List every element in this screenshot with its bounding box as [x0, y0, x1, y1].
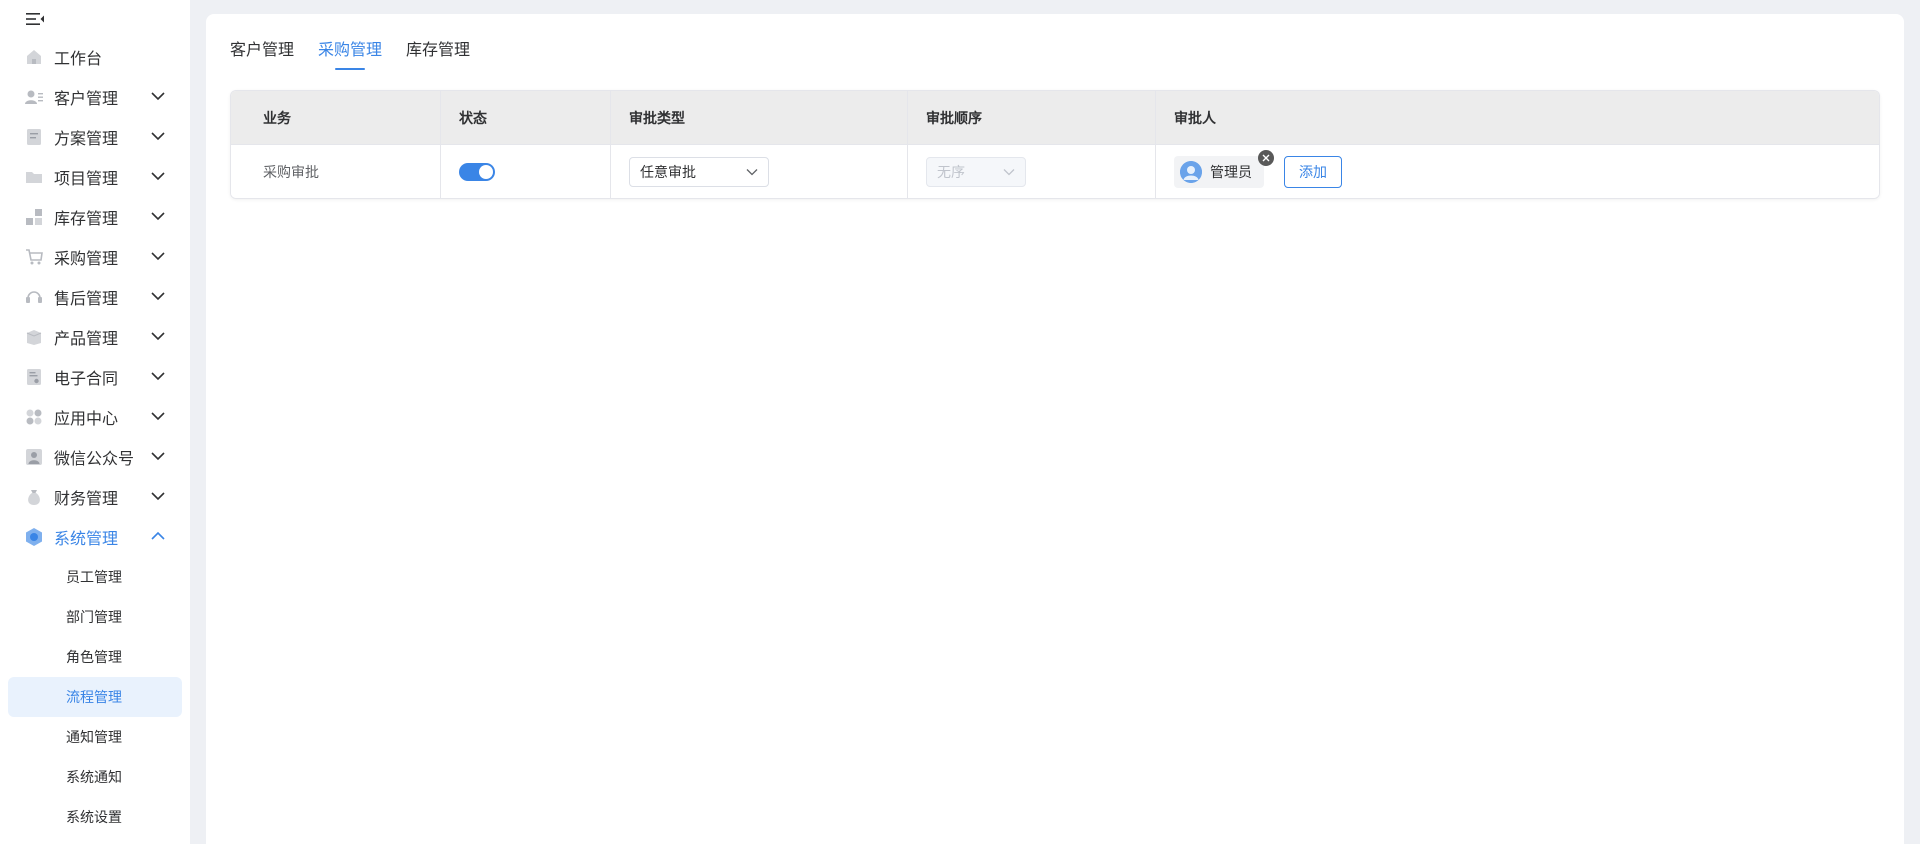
sidebar-menu: 工作台 客户管理 方案管理 项目管理 库存管理 采购管理 售后管理 产品管理 电…	[0, 37, 190, 837]
sidebar-item-wechat[interactable]: 微信公众号	[0, 437, 190, 477]
approval-flow-table: 业务 状态 审批类型 审批顺序 审批人 采购审批 任意审批 无序 管理员 添加	[230, 90, 1880, 199]
chevron-down-icon	[151, 492, 165, 501]
submenu-item-workflows[interactable]: 流程管理	[8, 677, 182, 717]
chevron-down-icon	[151, 372, 165, 381]
chevron-down-icon	[151, 172, 165, 181]
submenu-item-system-settings[interactable]: 系统设置	[0, 797, 190, 837]
sidebar-item-system[interactable]: 系统管理	[0, 517, 190, 557]
sidebar-item-label: 产品管理	[54, 329, 119, 348]
approval-type-select[interactable]: 任意审批	[629, 156, 769, 187]
sidebar-item-label: 电子合同	[54, 369, 119, 388]
remove-approver-icon[interactable]	[1258, 149, 1274, 166]
sidebar-item-purchasing[interactable]: 采购管理	[0, 237, 190, 277]
submenu-item-employees[interactable]: 员工管理	[0, 557, 190, 597]
document-icon	[24, 127, 44, 147]
approval-type-value: 任意审批	[640, 164, 696, 181]
customer-icon	[24, 87, 44, 107]
sidebar: 工作台 客户管理 方案管理 项目管理 库存管理 采购管理 售后管理 产品管理 电…	[0, 0, 190, 844]
sidebar-item-label: 采购管理	[54, 249, 119, 268]
chevron-down-icon	[1003, 168, 1015, 175]
approver-name: 管理员	[1210, 164, 1252, 181]
folder-icon	[24, 167, 44, 187]
table-row: 采购审批 任意审批 无序 管理员 添加	[231, 144, 1879, 198]
main-panel: 客户管理 采购管理 库存管理 业务 状态 审批类型 审批顺序 审批人 采购审批 …	[206, 14, 1904, 844]
approval-type-cell: 任意审批	[611, 145, 908, 198]
approval-order-value: 无序	[937, 164, 965, 181]
submenu-item-notification-mgmt[interactable]: 通知管理	[0, 717, 190, 757]
submenu-item-departments[interactable]: 部门管理	[0, 597, 190, 637]
sidebar-item-label: 方案管理	[54, 129, 119, 148]
chevron-down-icon	[151, 252, 165, 261]
tab-customer-management[interactable]: 客户管理	[230, 36, 294, 70]
status-cell	[441, 145, 611, 198]
inventory-icon	[24, 207, 44, 227]
approver-cell: 管理员 添加	[1156, 145, 1879, 198]
sidebar-item-workbench[interactable]: 工作台	[0, 37, 190, 77]
approval-order-cell: 无序	[908, 145, 1156, 198]
tab-purchase-management[interactable]: 采购管理	[318, 36, 382, 70]
avatar	[1180, 160, 1202, 183]
menu-fold-icon[interactable]	[24, 10, 46, 28]
apps-icon	[24, 407, 44, 427]
sidebar-item-label: 客户管理	[54, 89, 119, 108]
system-icon	[24, 527, 44, 547]
column-header-business: 业务	[231, 91, 441, 144]
system-submenu: 员工管理 部门管理 角色管理 流程管理 通知管理 系统通知 系统设置	[0, 557, 190, 837]
approver-chip: 管理员	[1174, 149, 1274, 188]
sidebar-item-customers[interactable]: 客户管理	[0, 77, 190, 117]
wechat-account-icon	[24, 447, 44, 467]
column-header-approval-order: 审批顺序	[908, 91, 1156, 144]
cart-icon	[24, 247, 44, 267]
submenu-item-roles[interactable]: 角色管理	[0, 637, 190, 677]
tab-inventory-management[interactable]: 库存管理	[406, 36, 470, 70]
sidebar-item-plans[interactable]: 方案管理	[0, 117, 190, 157]
approval-order-select: 无序	[926, 156, 1026, 187]
home-icon	[24, 47, 44, 67]
tab-bar: 客户管理 采购管理 库存管理	[230, 36, 470, 70]
contract-icon	[24, 367, 44, 387]
chevron-down-icon	[151, 452, 165, 461]
sidebar-item-label: 售后管理	[54, 289, 119, 308]
headset-icon	[24, 287, 44, 307]
money-bag-icon	[24, 487, 44, 507]
sidebar-item-e-contract[interactable]: 电子合同	[0, 357, 190, 397]
sidebar-item-finance[interactable]: 财务管理	[0, 477, 190, 517]
chevron-down-icon	[151, 292, 165, 301]
sidebar-item-label: 系统管理	[54, 529, 119, 548]
chevron-down-icon	[151, 132, 165, 141]
sidebar-item-label: 项目管理	[54, 169, 119, 188]
submenu-item-system-notices[interactable]: 系统通知	[0, 757, 190, 797]
sidebar-item-label: 微信公众号	[54, 449, 135, 468]
sidebar-item-products[interactable]: 产品管理	[0, 317, 190, 357]
sidebar-item-label: 应用中心	[54, 409, 119, 428]
column-header-approver: 审批人	[1174, 110, 1216, 127]
chevron-down-icon	[151, 92, 165, 101]
business-cell: 采购审批	[231, 145, 441, 198]
column-header-status: 状态	[441, 91, 611, 144]
chevron-down-icon	[151, 332, 165, 341]
add-approver-button[interactable]: 添加	[1284, 155, 1342, 188]
sidebar-item-inventory[interactable]: 库存管理	[0, 197, 190, 237]
chevron-down-icon	[151, 212, 165, 221]
sidebar-item-label: 库存管理	[54, 209, 119, 228]
sidebar-item-app-center[interactable]: 应用中心	[0, 397, 190, 437]
sidebar-item-label: 财务管理	[54, 489, 119, 508]
sidebar-item-projects[interactable]: 项目管理	[0, 157, 190, 197]
sidebar-item-label: 工作台	[54, 49, 103, 68]
sidebar-item-aftersales[interactable]: 售后管理	[0, 277, 190, 317]
chevron-down-icon	[746, 168, 758, 175]
chevron-down-icon	[151, 412, 165, 421]
chevron-up-icon	[151, 531, 165, 540]
status-toggle[interactable]	[459, 162, 495, 181]
box-icon	[24, 327, 44, 347]
column-header-approval-type: 审批类型	[611, 91, 908, 144]
table-header-row: 业务 状态 审批类型 审批顺序 审批人	[231, 91, 1879, 144]
